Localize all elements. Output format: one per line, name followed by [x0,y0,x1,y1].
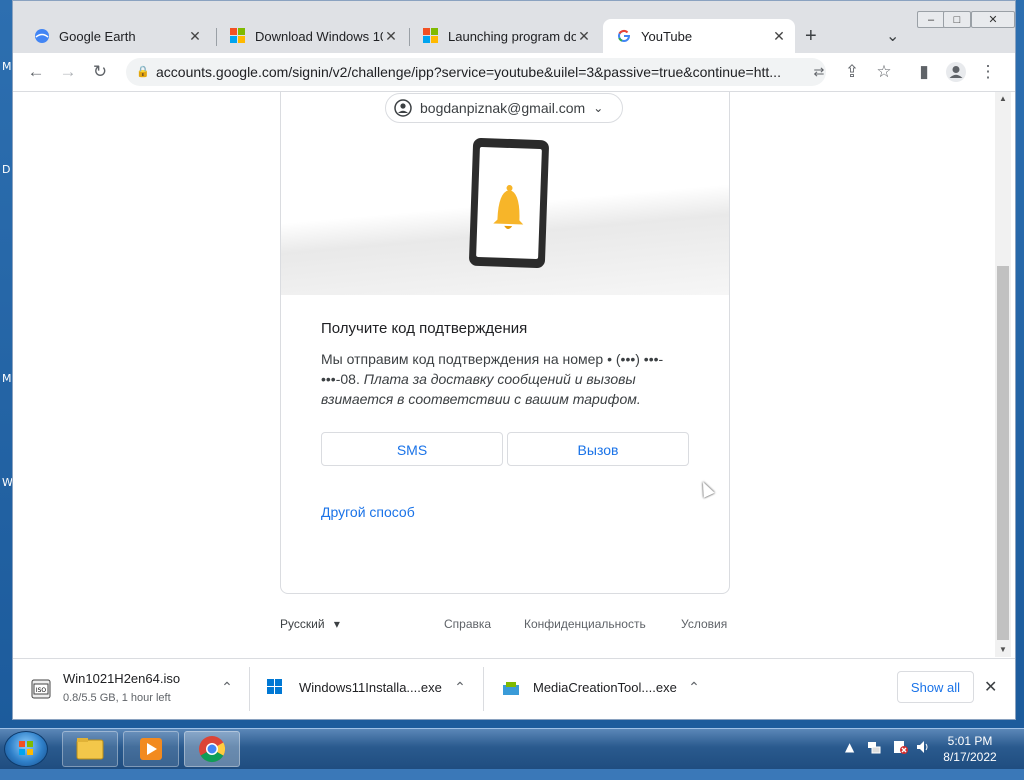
desktop-edge-text: M [2,60,12,73]
help-link[interactable]: Справка [444,617,491,631]
tab-close-icon[interactable]: ✕ [771,28,787,45]
forward-button[interactable]: → [55,59,81,85]
terms-link[interactable]: Условия [681,617,727,631]
media-player-icon [140,738,162,760]
maximize-button[interactable]: □ [943,11,971,28]
page-content: bogdanpiznak@gmail.com ⌄ Получите код по… [13,92,1015,657]
download-filename: Win1021H2en64.iso [63,671,181,686]
bell-icon [493,185,524,229]
tab-download-windows-10[interactable]: Download Windows 10 ✕ [217,19,407,53]
clock-date: 8/17/2022 [943,750,997,764]
close-download-bar-icon[interactable]: ✕ [984,677,997,697]
desktop-edge-text: M [2,372,12,385]
tab-launching-program[interactable]: Launching program dow ✕ [410,19,600,53]
side-panel-icon[interactable]: ▮ [911,59,937,85]
download-filename: MediaCreationTool....exe [533,680,677,695]
tab-close-icon[interactable]: ✕ [383,28,399,45]
page-scrollbar[interactable]: ▲ ▼ [995,92,1011,657]
new-tab-button[interactable]: + [805,19,827,53]
account-email: bogdanpiznak@gmail.com [420,100,586,116]
scroll-down-icon[interactable]: ▼ [995,643,1011,657]
tab-google-earth[interactable]: Google Earth ✕ [21,19,211,53]
tab-title: YouTube [641,28,693,44]
show-all-button[interactable]: Show all [897,671,974,703]
network-icon[interactable] [866,739,882,779]
sms-button[interactable]: SMS [321,432,503,466]
folder-icon [76,738,104,760]
taskbar-chrome[interactable] [184,731,240,767]
tab-title: Launching program dow [448,28,576,44]
tray-expand-icon[interactable]: ▲ [845,740,854,780]
chevron-down-icon: ⌄ [593,101,604,115]
other-method-link[interactable]: Другой способ [321,504,415,520]
microsoft-icon [423,28,439,44]
phone-icon [468,137,550,269]
media-creation-tool-icon [503,682,519,695]
privacy-link[interactable]: Конфиденциальность [524,617,646,631]
description-fee-note: Плата за доставку сообщений и вызовы взи… [321,371,641,407]
download-item[interactable]: ISO Win1021H2en64.iso 0.8/5.5 GB, 1 hour… [13,659,249,719]
address-bar[interactable]: 🔒 accounts.google.com/signin/v2/challeng… [126,58,826,86]
phone-illustration [281,133,729,295]
download-item[interactable]: Windows11Installa....exe ⌃ [249,659,483,719]
taskbar-explorer[interactable] [62,731,118,767]
svg-text:ISO: ISO [36,687,47,694]
tab-title: Google Earth [59,28,136,44]
account-circle-icon [394,99,412,117]
chevron-up-icon[interactable]: ⌃ [218,679,236,696]
google-icon [618,29,631,42]
desktop-edge-text: D [2,163,11,176]
browser-toolbar: ← → ↻ 🔒 accounts.google.com/signin/v2/ch… [13,53,1015,92]
scrollbar-thumb[interactable] [997,266,1009,640]
lock-icon[interactable]: 🔒 [132,58,154,86]
system-clock[interactable]: 5:01 PM 8/17/2022 [930,733,1010,765]
download-status: 0.8/5.5 GB, 1 hour left [63,692,171,704]
download-filename: Windows11Installa....exe [299,680,442,695]
profile-icon [946,62,966,82]
menu-kebab-icon[interactable]: ⋮ [975,59,1001,85]
tab-strip: – □ ✕ Google Earth ✕ Download Windows 10… [13,1,1015,53]
close-window-button[interactable]: ✕ [971,11,1015,28]
page-title: Получите код подтверждения [321,320,528,337]
windows-logo-icon [19,741,33,755]
action-center-icon[interactable] [892,739,908,779]
translate-icon[interactable]: ⇄ [808,58,830,86]
iso-file-icon: ISO [31,679,51,699]
challenge-description: Мы отправим код подтверждения на номер •… [321,349,681,409]
tab-title: Download Windows 10 [255,28,383,44]
chrome-icon [199,736,226,763]
chevron-up-icon[interactable]: ⌃ [685,679,703,696]
tab-close-icon[interactable]: ✕ [576,28,592,45]
chrome-window: – □ ✕ Google Earth ✕ Download Windows 10… [12,0,1016,720]
profile-avatar[interactable] [943,59,969,85]
tab-youtube[interactable]: YouTube ✕ [603,19,795,53]
microsoft-icon [230,28,246,44]
signin-card: bogdanpiznak@gmail.com ⌄ Получите код по… [280,92,730,594]
caret-down-icon: ▾ [333,617,340,631]
bookmark-star-icon[interactable]: ☆ [871,59,897,85]
share-icon[interactable]: ⇪ [839,59,865,85]
clock-time: 5:01 PM [947,734,993,748]
minimize-button[interactable]: – [917,11,945,28]
back-button[interactable]: ← [23,59,49,85]
language-selector[interactable]: Русский ▾ [280,617,340,631]
taskbar-media-player[interactable] [123,731,179,767]
taskbar: ▲ 5:01 PM 8/17/2022 [0,728,1024,769]
tab-close-icon[interactable]: ✕ [187,28,203,45]
call-button[interactable]: Вызов [507,432,689,466]
tab-search-button[interactable]: ⌄ [886,19,906,53]
volume-icon[interactable] [915,739,931,779]
start-button[interactable] [4,731,48,767]
url-text[interactable]: accounts.google.com/signin/v2/challenge/… [156,58,796,86]
download-bar: ISO Win1021H2en64.iso 0.8/5.5 GB, 1 hour… [13,658,1015,719]
windows-installer-icon [267,679,287,699]
language-label: Русский [280,617,325,631]
account-chip[interactable]: bogdanpiznak@gmail.com ⌄ [385,93,623,123]
reload-button[interactable]: ↻ [87,59,113,85]
chevron-up-icon[interactable]: ⌃ [451,679,469,696]
google-earth-icon [35,29,49,43]
download-item[interactable]: MediaCreationTool....exe ⌃ [483,659,717,719]
scroll-up-icon[interactable]: ▲ [995,92,1011,106]
